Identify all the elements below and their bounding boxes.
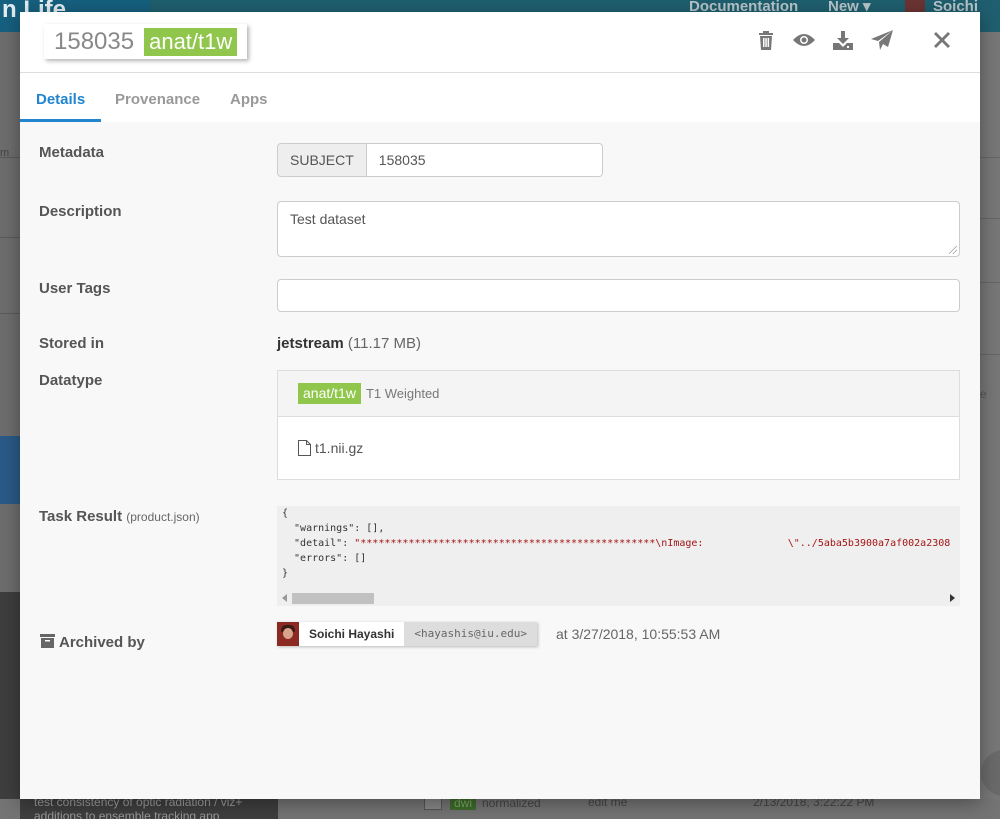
scrollbar-thumb[interactable]: [292, 593, 374, 604]
modal-title: 158035 anat/t1w: [44, 24, 248, 59]
file-icon: [298, 440, 311, 456]
trash-icon[interactable]: [754, 28, 778, 52]
json-line: "errors": []: [282, 553, 367, 564]
scroll-left-icon[interactable]: [282, 594, 287, 602]
metadata-value-input[interactable]: 158035: [366, 143, 603, 177]
background-left-panel: m: [0, 32, 20, 819]
json-line: "warnings": [],: [282, 523, 385, 534]
storage-location: jetstream: [277, 335, 344, 352]
archived-user-badge[interactable]: Soichi Hayashi <hayashis@iu.edu>: [277, 622, 537, 646]
archived-user-email: <hayashis@iu.edu>: [404, 622, 537, 646]
archived-by-label: Archived by: [59, 634, 145, 651]
datatype-description: T1 Weighted: [365, 386, 440, 401]
json-line: "detail": "*****************************…: [282, 538, 951, 549]
storage-size: (11.17 MB): [347, 335, 421, 352]
details-panel: Metadata SUBJECT 158035 Description Test…: [20, 122, 980, 799]
background-right-panel: e: [980, 32, 1000, 819]
json-line: {: [282, 508, 289, 519]
stored-in-value: jetstream (11.17 MB): [277, 335, 421, 352]
description-label: Description: [39, 203, 122, 220]
archived-time: at 3/27/2018, 10:55:53 AM: [556, 626, 721, 642]
background-right-text: e: [980, 387, 987, 401]
background-avatar: [905, 0, 925, 12]
task-result-label: Task Result (product.json): [39, 508, 200, 525]
modal-header: 158035 anat/t1w: [20, 12, 980, 73]
metadata-label: Metadata: [39, 144, 105, 161]
subject-id: 158035: [54, 27, 135, 55]
tab-apps[interactable]: Apps: [214, 73, 284, 122]
eye-icon[interactable]: [792, 28, 816, 52]
datatype-label: Datatype: [39, 372, 103, 389]
task-result-file: (product.json): [126, 510, 200, 524]
tab-provenance[interactable]: Provenance: [99, 73, 216, 122]
description-text: Test dataset: [290, 211, 366, 227]
modal-tabs: Details Provenance Apps: [20, 73, 980, 122]
user-tags-label: User Tags: [39, 280, 111, 297]
resize-grip-icon[interactable]: [949, 246, 957, 254]
tab-details[interactable]: Details: [20, 73, 102, 122]
horizontal-scrollbar[interactable]: [277, 590, 960, 606]
datatype-file-name: t1.nii.gz: [315, 440, 364, 456]
description-textarea[interactable]: Test dataset: [277, 201, 960, 257]
download-icon[interactable]: [831, 28, 855, 52]
datatype-tag-badge: anat/t1w: [298, 383, 361, 404]
scroll-right-icon[interactable]: [950, 594, 955, 602]
metadata-field: SUBJECT 158035: [277, 143, 603, 177]
datatype-header: anat/t1w T1 Weighted: [278, 371, 959, 417]
user-tags-input[interactable]: [277, 279, 960, 312]
background-left-text: m: [0, 147, 10, 159]
background-task-text-2: additions to ensemble tracking app: [34, 809, 220, 819]
archived-user-name: Soichi Hayashi: [299, 622, 405, 646]
task-result-json[interactable]: { "warnings": [], "detail": "***********…: [277, 506, 960, 606]
stored-in-label: Stored in: [39, 335, 105, 352]
send-icon[interactable]: [870, 28, 894, 52]
json-line: }: [282, 568, 289, 579]
datatype-tag: anat/t1w: [144, 27, 238, 56]
close-icon[interactable]: [930, 28, 954, 52]
datatype-file-row[interactable]: t1.nii.gz: [278, 417, 959, 479]
archive-icon: [40, 634, 55, 648]
datatype-panel: anat/t1w T1 Weighted t1.nii.gz: [277, 370, 960, 480]
metadata-key: SUBJECT: [277, 143, 367, 177]
dataset-modal: 158035 anat/t1w Details Provenance Apps …: [20, 12, 980, 799]
avatar: [277, 622, 299, 646]
